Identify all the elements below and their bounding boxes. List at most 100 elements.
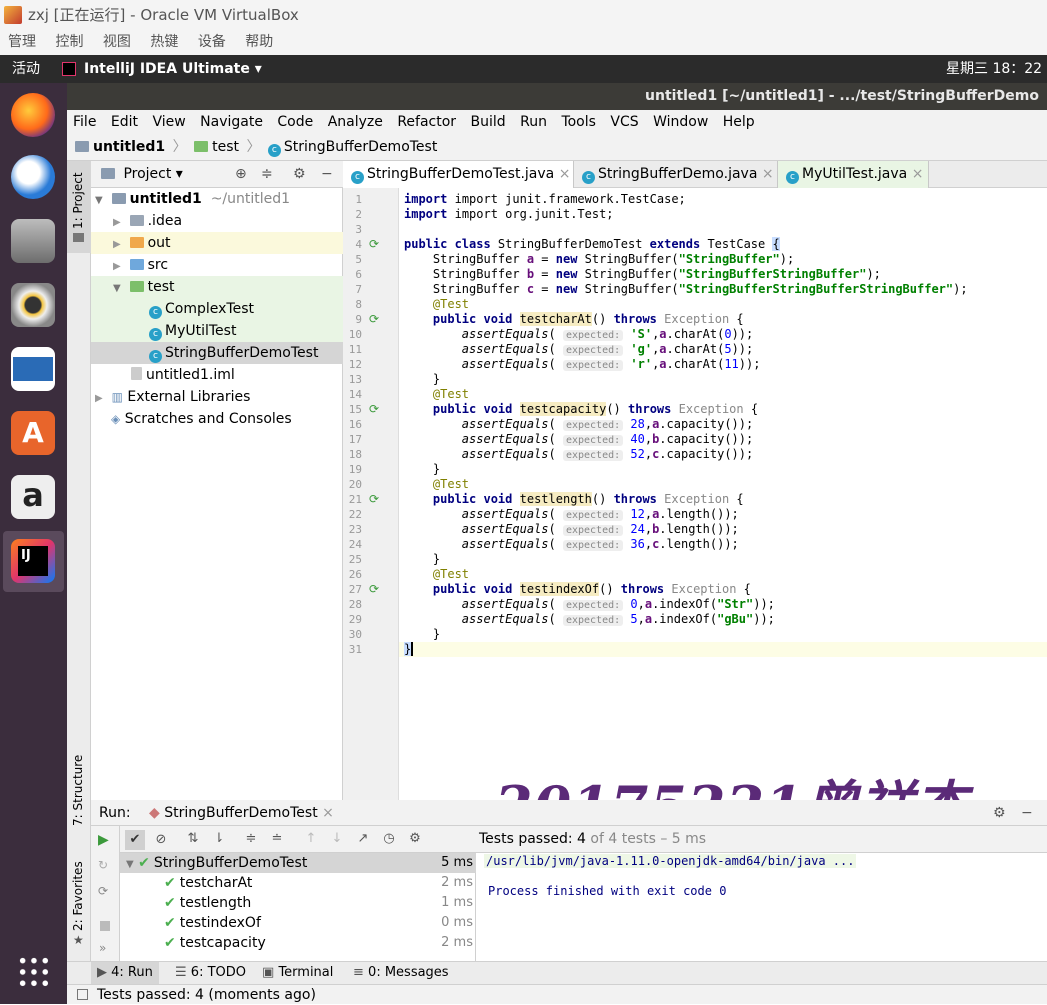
- app-grid-icon[interactable]: [17, 955, 51, 989]
- app-menu[interactable]: IntelliJ IDEA Ultimate ▾: [84, 55, 262, 83]
- amazon-icon[interactable]: a: [11, 475, 55, 519]
- prev-test-icon[interactable]: ↑: [304, 832, 318, 846]
- project-view-selector[interactable]: Project ▾: [123, 166, 182, 182]
- menu-run[interactable]: Run: [520, 114, 547, 130]
- code-line-1: import import junit.framework.TestCase;: [404, 192, 686, 206]
- tab-messages[interactable]: ≡ 0: Messages: [353, 962, 449, 984]
- breadcrumb-folder[interactable]: test: [212, 139, 239, 155]
- rerun-failed-icon[interactable]: ↻: [98, 858, 108, 872]
- tree-item-complextest[interactable]: c ComplexTest: [149, 298, 254, 320]
- next-test-icon[interactable]: ↓: [330, 832, 344, 846]
- libreoffice-writer-icon[interactable]: [11, 347, 55, 391]
- stop-icon[interactable]: [100, 921, 110, 931]
- breadcrumb-project[interactable]: untitled1: [93, 139, 165, 155]
- menu-code[interactable]: Code: [277, 114, 313, 130]
- test-row[interactable]: ✔ testindexOf 0 ms: [120, 913, 476, 933]
- files-icon[interactable]: [11, 219, 55, 263]
- class-icon: c: [267, 144, 281, 157]
- sort-duration-icon[interactable]: ⇂: [212, 832, 226, 846]
- layout-icon[interactable]: [77, 989, 88, 1000]
- test-row[interactable]: ✔ testlength 1 ms: [120, 893, 476, 913]
- vbox-menu-devices[interactable]: 设备: [198, 34, 226, 50]
- menu-vcs[interactable]: VCS: [610, 114, 638, 130]
- breadcrumb-class[interactable]: StringBufferDemoTest: [284, 139, 437, 155]
- tree-item-test[interactable]: ▼ test: [113, 276, 175, 298]
- menu-help[interactable]: Help: [723, 114, 755, 130]
- more-icon[interactable]: »: [99, 941, 106, 955]
- run-test-gutter-icon[interactable]: ⟳: [369, 312, 379, 326]
- menu-build[interactable]: Build: [471, 114, 506, 130]
- clock[interactable]: 星期三 18：22: [946, 55, 1042, 83]
- menu-file[interactable]: File: [73, 114, 96, 130]
- tree-item-out[interactable]: ▶ out: [113, 232, 171, 254]
- menu-view[interactable]: View: [152, 114, 185, 130]
- tree-item-idea[interactable]: ▶ .idea: [113, 210, 182, 232]
- vbox-menu-view[interactable]: 视图: [103, 34, 131, 50]
- locate-icon[interactable]: ⊕: [235, 161, 247, 188]
- tree-item-myutiltest[interactable]: c MyUtilTest: [149, 320, 236, 342]
- hide-icon[interactable]: −: [1021, 800, 1033, 826]
- run-config-tab[interactable]: StringBufferDemoTest: [164, 805, 317, 821]
- software-center-icon[interactable]: A: [11, 411, 55, 455]
- messages-icon: ≡: [353, 965, 364, 980]
- gear-icon[interactable]: ⚙: [293, 161, 306, 188]
- gear-icon[interactable]: ⚙: [993, 800, 1006, 826]
- vbox-menu-control[interactable]: 控制: [55, 34, 83, 50]
- run-test-gutter-icon[interactable]: ⟳: [369, 402, 379, 416]
- hide-icon[interactable]: −: [321, 161, 333, 188]
- show-ignored-icon[interactable]: ⊘: [152, 830, 170, 850]
- tree-item-stringbufferdemotest[interactable]: c StringBufferDemoTest: [149, 342, 318, 364]
- menu-edit[interactable]: Edit: [111, 114, 138, 130]
- tab-project[interactable]: 1: Project: [71, 172, 85, 229]
- tree-item-untitled1[interactable]: ▼ untitled1 ~/untitled1: [95, 188, 290, 210]
- tree-item-src[interactable]: ▶ src: [113, 254, 168, 276]
- rerun-icon[interactable]: ▶: [98, 832, 109, 848]
- tree-item-iml[interactable]: untitled1.iml: [131, 364, 235, 386]
- collapse-all-icon[interactable]: ≑: [261, 161, 273, 188]
- vbox-menu-help[interactable]: 帮助: [245, 34, 273, 50]
- menu-window[interactable]: Window: [653, 114, 708, 130]
- show-passed-icon[interactable]: ✔: [125, 830, 145, 850]
- thunderbird-icon[interactable]: [11, 155, 55, 199]
- close-icon[interactable]: ×: [322, 805, 334, 821]
- expand-all-icon[interactable]: ≑: [244, 832, 258, 846]
- sort-alpha-icon[interactable]: ⇅: [186, 832, 200, 846]
- test-row[interactable]: ✔ testcharAt 2 ms: [120, 873, 476, 893]
- test-row-suite[interactable]: ▼ ✔ StringBufferDemoTest 5 ms: [120, 853, 476, 873]
- intellij-icon[interactable]: IJ: [11, 539, 55, 583]
- firefox-icon[interactable]: [11, 93, 55, 137]
- menu-tools[interactable]: Tools: [561, 114, 596, 130]
- code-line-17: assertEquals( expected: 40,b.capacity())…: [461, 432, 754, 446]
- export-icon[interactable]: ↗: [356, 832, 370, 846]
- line-number: 24: [348, 538, 362, 551]
- vbox-menu-hotkeys[interactable]: 热键: [150, 34, 178, 50]
- menu-navigate[interactable]: Navigate: [200, 114, 263, 130]
- tab-terminal[interactable]: ▣ Terminal: [262, 962, 333, 984]
- tab-structure[interactable]: 7: Structure: [71, 755, 85, 826]
- console-output[interactable]: /usr/lib/jvm/java-1.11.0-openjdk-amd64/b…: [476, 853, 1047, 961]
- settings-icon[interactable]: ⚙: [408, 832, 422, 846]
- tab-todo[interactable]: ☰ 6: TODO: [175, 962, 246, 984]
- menu-analyze[interactable]: Analyze: [328, 114, 383, 130]
- tab-run[interactable]: ▶ 4: Run: [91, 962, 159, 984]
- rhythmbox-icon[interactable]: [11, 283, 55, 327]
- tab-stringbufferdemotest[interactable]: c StringBufferDemoTest.java ×: [343, 161, 574, 188]
- code-editor[interactable]: import import junit.framework.TestCase; …: [399, 188, 1047, 800]
- run-test-gutter-icon[interactable]: ⟳: [369, 237, 379, 251]
- tab-stringbufferdemo[interactable]: c StringBufferDemo.java ×: [574, 161, 778, 188]
- run-test-gutter-icon[interactable]: ⟳: [369, 582, 379, 596]
- menu-refactor[interactable]: Refactor: [397, 114, 456, 130]
- tab-favorites[interactable]: 2: Favorites: [71, 861, 85, 931]
- tab-myutiltest[interactable]: c MyUtilTest.java ×: [778, 161, 929, 188]
- toggle-auto-test-icon[interactable]: ⟳: [98, 884, 108, 898]
- tree-item-external-libraries[interactable]: ▶ ▥ External Libraries: [95, 386, 250, 408]
- run-test-gutter-icon[interactable]: ⟳: [369, 492, 379, 506]
- test-row[interactable]: ✔ testcapacity 2 ms: [120, 933, 476, 953]
- history-icon[interactable]: ◷: [382, 832, 396, 846]
- collapse-all-icon[interactable]: ≐: [270, 832, 284, 846]
- line-number: 4: [355, 238, 362, 251]
- activities-button[interactable]: 活动: [12, 55, 40, 83]
- file-icon: [131, 367, 142, 380]
- vbox-menu-manage[interactable]: 管理: [8, 34, 36, 50]
- tree-item-scratches[interactable]: ◈ Scratches and Consoles: [111, 408, 292, 430]
